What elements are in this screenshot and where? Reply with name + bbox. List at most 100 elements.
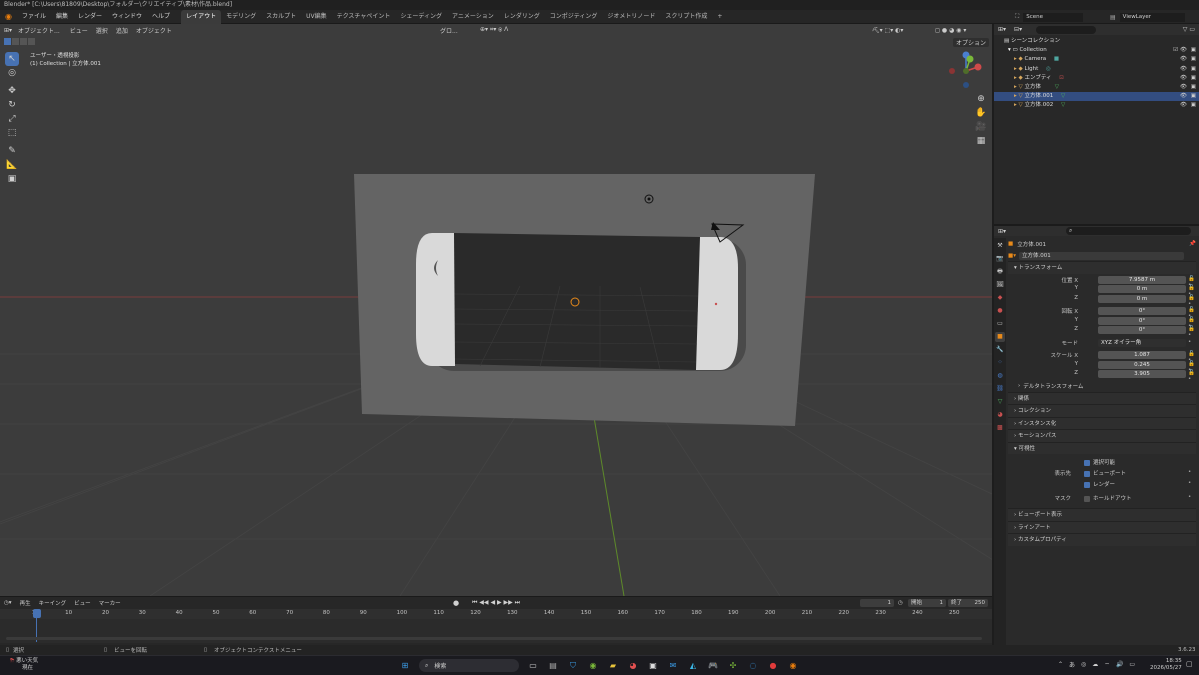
render-tab-icon[interactable]: 📷 [995,254,1005,264]
task-view-icon[interactable]: ▭ [527,660,539,672]
visibility-eye-icon[interactable]: 👁 [1180,46,1187,55]
start-icon[interactable]: ⊞ [399,660,411,672]
mode-selector[interactable]: オブジェクト... [18,26,60,35]
texture-tab-icon[interactable]: ▩ [995,423,1005,433]
view-layer-tab-icon[interactable]: 🖼 [995,280,1005,290]
options-button[interactable]: オプション [953,38,990,47]
games-icon[interactable]: 🎮 [707,660,719,672]
collection-tab-icon[interactable]: ▭ [995,319,1005,329]
notification-icon[interactable]: ▢ [1186,660,1193,668]
tab-shading[interactable]: シェーディング [395,10,447,24]
properties-editor-icon[interactable]: ⊞▾ [998,228,1006,235]
keyframe-dot-icon[interactable]: 🔓• [1188,370,1196,382]
particles-tab-icon[interactable]: ⁘ [995,358,1005,368]
exclude-checkbox-icon[interactable]: ☑ [1173,46,1178,55]
end-frame-field[interactable]: 終了 250 [948,599,988,607]
scene-collection-row[interactable]: ▤ シーンコレクション [994,37,1199,46]
tab-geometry-nodes[interactable]: ジオメトリノード [602,10,660,24]
record-button-icon[interactable]: ● [453,599,459,607]
viewport-gizmo-icon[interactable]: ⛏▾ ⬚▾ ◐▾ [872,27,903,34]
add-workspace-icon[interactable]: + [712,10,727,24]
playback-controls-icon[interactable]: ⏮ ◀◀ ◀ ▶ ▶▶ ⏭ [472,599,520,607]
pin-icon[interactable]: 📌 [1189,241,1196,247]
blender-logo-icon[interactable]: ◉ [0,10,17,24]
timeline-ruler[interactable]: 1102030405060708090100110120130140150160… [0,609,992,619]
transform-orientation[interactable]: グロ... [440,26,458,35]
tab-layout[interactable]: レイアウト [181,9,222,24]
viewlayer-selector[interactable]: ▤ ViewLayer [1110,12,1185,22]
playhead[interactable] [33,609,41,618]
menu-file[interactable]: ファイル [17,10,51,24]
wifi-icon[interactable]: ⌔ [1104,661,1110,669]
keyframe-dot-icon[interactable]: 🔓• [1188,326,1196,338]
annotate-tool-icon[interactable]: ✎ [5,144,19,158]
rotation-x-field[interactable]: 0° [1098,307,1186,315]
constraints-tab-icon[interactable]: ⛓ [995,384,1005,394]
material-tab-icon[interactable]: ◕ [995,410,1005,420]
tab-scripting[interactable]: スクリプト作成 [660,10,712,24]
location-z-field[interactable]: 0 m [1098,294,1186,303]
render-camera-icon[interactable]: ▣ [1191,101,1196,110]
store-icon[interactable]: ▣ [647,660,659,672]
tab-uv[interactable]: UV編集 [301,10,332,24]
viewport-display-panel-header[interactable]: › ビューポート表示 [1008,508,1196,521]
visibility-panel-header[interactable]: ▾ 可視性 [1008,441,1196,454]
menu-view[interactable]: ビュー [70,26,88,35]
visibility-eye-icon[interactable]: 👁 [1180,65,1187,74]
outliner-item-cube-001[interactable]: ▸ ▽ 立方体.001 ▽ 👁 ▣ [994,92,1199,102]
outliner-item-empty[interactable]: ▸ ◆ エンプティ ⊡ 👁 ▣ [994,74,1199,83]
outliner-item-camera[interactable]: ▸ ◆ Camera ■ 👁 ▣ [994,55,1199,64]
file-explorer-icon[interactable]: ▰ [607,660,619,672]
menu-playback[interactable]: 再生 [20,599,31,607]
teams-icon[interactable]: ◭ [687,660,699,672]
render-checkbox[interactable]: レンダー [1084,480,1115,488]
editor-type-icon[interactable]: ⊞▾ [4,27,12,34]
object-tab-icon[interactable]: ■ [995,332,1005,342]
visibility-eye-icon[interactable]: 👁 [1180,55,1187,64]
transform-panel-header[interactable]: ▾ トランスフォーム [1008,261,1196,274]
menu-help[interactable]: ヘルプ [147,10,175,24]
camera-view-icon[interactable]: 🎥 [974,120,988,134]
menu-object[interactable]: オブジェクト [136,26,172,35]
scene-selector[interactable]: ⛶ Scene [1015,12,1084,22]
outliner-search-input[interactable] [1036,25,1097,34]
device-left-grip[interactable] [416,233,455,366]
custom-properties-panel-header[interactable]: › カスタムプロパティ [1008,533,1196,546]
measure-tool-icon[interactable]: 📐 [5,158,19,172]
scene-name[interactable]: Scene [1023,12,1084,22]
render-camera-icon[interactable]: ▣ [1191,83,1196,92]
outliner-editor-icon[interactable]: ⊞▾ [998,26,1006,33]
instancing-panel-header[interactable]: › インスタンス化 [1008,416,1196,429]
visibility-eye-icon[interactable]: 👁 [1180,74,1187,83]
menu-render[interactable]: レンダー [73,10,107,24]
rotation-y-field[interactable]: 0° [1098,316,1186,325]
collections-panel-header[interactable]: › コレクション [1008,404,1196,417]
keyframe-dot-icon[interactable]: • [1188,480,1191,486]
tab-compositing[interactable]: コンポジティング [545,10,603,24]
menu-edit[interactable]: 編集 [51,10,73,24]
outliner-item-cube[interactable]: ▸ ▽ 立方体 ▽ 👁 ▣ [994,83,1199,92]
move-tool-icon[interactable]: ✥ [5,84,19,98]
search-box[interactable]: ⌕ 検索 [419,659,519,672]
outliner-funnel-icon[interactable]: ▽ ▭ [1183,26,1195,33]
tool-tab-icon[interactable]: ⚒ [995,241,1005,251]
menu-marker[interactable]: マーカー [99,599,121,607]
navigation-gizmo[interactable] [945,49,985,89]
scale-z-field[interactable]: 3.905 [1098,370,1186,378]
pan-hand-icon[interactable]: ✋ [974,106,988,120]
weather-widget[interactable]: ⛈ 悪い天気 現在 [10,658,38,672]
keyframe-dot-icon[interactable]: • [1188,494,1191,500]
device-screen[interactable] [454,233,700,370]
select-intersect-icon[interactable] [28,38,35,45]
select-subtract-icon[interactable] [20,38,27,45]
render-camera-icon[interactable]: ▣ [1191,74,1196,83]
output-tab-icon[interactable]: 🖶 [995,267,1005,277]
viewlayer-name[interactable]: ViewLayer [1119,12,1185,22]
chrome-icon[interactable]: ◕ [627,660,639,672]
scene-tab-icon[interactable]: ◆ [995,293,1005,303]
render-camera-icon[interactable]: ▣ [1191,55,1196,64]
rotation-mode-select[interactable]: XYZ オイラー角 [1098,338,1186,347]
onedrive-icon[interactable]: ☁ [1092,661,1098,668]
blender-taskbar-icon[interactable]: ◉ [787,660,799,672]
delta-transform-header[interactable]: › デルタトランスフォーム [1008,380,1196,392]
